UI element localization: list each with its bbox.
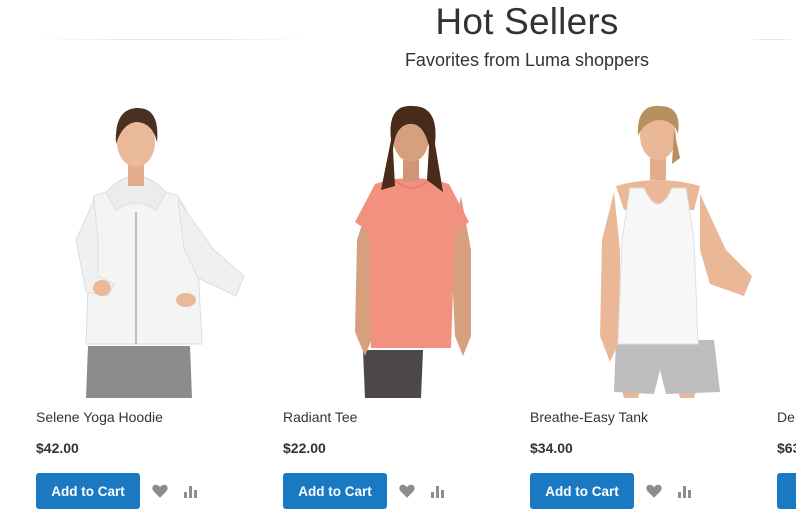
product-name[interactable]: De: [777, 409, 795, 425]
block-subtitle: Favorites from Luma shoppers: [404, 50, 650, 70]
heart-icon[interactable]: [398, 482, 416, 500]
product-name[interactable]: Breathe-Easy Tank: [530, 409, 648, 425]
add-to-cart-button[interactable]: Add to Cart: [530, 473, 634, 509]
product-price: $42.00: [36, 440, 79, 456]
heart-icon[interactable]: [645, 482, 663, 500]
product-price: $34.00: [530, 440, 573, 456]
heart-icon[interactable]: [151, 482, 169, 500]
bar-chart-icon[interactable]: [181, 483, 199, 499]
product-name[interactable]: Selene Yoga Hoodie: [36, 409, 163, 425]
product-item: Selene Yoga Hoodie $42.00 Add to Cart: [36, 100, 266, 520]
product-image-link[interactable]: [283, 100, 513, 398]
bar-chart-icon[interactable]: [428, 483, 446, 499]
product-photo: [530, 100, 760, 398]
hot-sellers-widget: Hot Sellers Favorites from Luma shoppers: [0, 0, 796, 522]
product-image-link[interactable]: [530, 100, 760, 398]
product-photo: [283, 100, 513, 398]
bar-chart-icon[interactable]: [675, 483, 693, 499]
product-photo: [36, 100, 266, 398]
product-item: Radiant Tee $22.00 Add to Cart: [283, 100, 513, 520]
add-to-cart-button[interactable]: Add to Cart: [283, 473, 387, 509]
block-title: Hot Sellers: [435, 1, 619, 42]
product-name[interactable]: Radiant Tee: [283, 409, 357, 425]
add-to-cart-button[interactable]: [777, 473, 796, 509]
product-item: Breathe-Easy Tank $34.00 Add to Cart: [530, 100, 760, 520]
product-price: $63: [777, 440, 796, 456]
add-to-cart-button[interactable]: Add to Cart: [36, 473, 140, 509]
product-price: $22.00: [283, 440, 326, 456]
product-item: De $63: [777, 100, 796, 520]
product-image-link[interactable]: [36, 100, 266, 398]
